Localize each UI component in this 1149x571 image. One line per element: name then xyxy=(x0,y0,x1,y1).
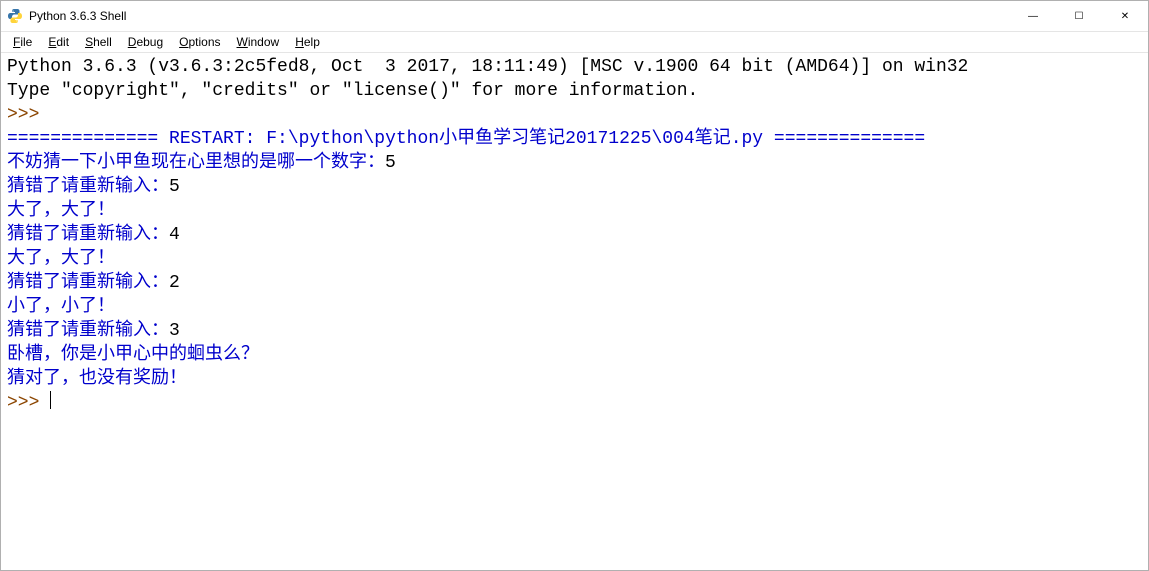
prompt: >>> xyxy=(7,105,50,125)
app-window: Python 3.6.3 Shell — ☐ ✕ File Edit Shell… xyxy=(0,0,1149,571)
menu-help[interactable]: Help xyxy=(287,34,328,50)
menu-shell[interactable]: Shell xyxy=(77,34,120,50)
python-icon xyxy=(7,8,23,24)
maximize-button[interactable]: ☐ xyxy=(1056,1,1102,31)
restart-line: ============== RESTART: F:\python\python… xyxy=(7,129,925,149)
retry-prompt-2: 猜错了请重新输入： xyxy=(7,225,169,245)
menu-file[interactable]: File xyxy=(5,34,40,50)
user-input-2: 5 xyxy=(169,177,180,197)
success-line-2: 猜对了，也没有奖励！ xyxy=(7,369,187,389)
user-input-4: 2 xyxy=(169,273,180,293)
feedback-small: 小了，小了！ xyxy=(7,297,115,317)
menubar: File Edit Shell Debug Options Window Hel… xyxy=(1,32,1148,53)
minimize-button[interactable]: — xyxy=(1010,1,1056,31)
prompt-final: >>> xyxy=(7,393,50,413)
close-button[interactable]: ✕ xyxy=(1102,1,1148,31)
retry-prompt-1: 猜错了请重新输入： xyxy=(7,177,169,197)
menu-edit[interactable]: Edit xyxy=(40,34,77,50)
menu-window[interactable]: Window xyxy=(229,34,288,50)
window-title: Python 3.6.3 Shell xyxy=(29,9,126,23)
retry-prompt-4: 猜错了请重新输入： xyxy=(7,321,169,341)
feedback-big-1: 大了，大了！ xyxy=(7,201,115,221)
menu-options[interactable]: Options xyxy=(171,34,228,50)
feedback-big-2: 大了，大了！ xyxy=(7,249,115,269)
banner-line-2: Type "copyright", "credits" or "license(… xyxy=(7,81,698,101)
window-controls: — ☐ ✕ xyxy=(1010,1,1148,31)
success-line-1: 卧槽，你是小甲心中的蛔虫么？ xyxy=(7,345,259,365)
banner-line-1: Python 3.6.3 (v3.6.3:2c5fed8, Oct 3 2017… xyxy=(7,57,968,77)
program-prompt-1: 不妨猜一下小甲鱼现在心里想的是哪一个数字： xyxy=(7,153,385,173)
menu-debug[interactable]: Debug xyxy=(120,34,171,50)
titlebar-left: Python 3.6.3 Shell xyxy=(7,8,126,24)
cursor xyxy=(50,391,51,409)
user-input-1: 5 xyxy=(385,153,396,173)
user-input-3: 4 xyxy=(169,225,180,245)
titlebar[interactable]: Python 3.6.3 Shell — ☐ ✕ xyxy=(1,1,1148,32)
retry-prompt-3: 猜错了请重新输入： xyxy=(7,273,169,293)
user-input-5: 3 xyxy=(169,321,180,341)
console-output[interactable]: Python 3.6.3 (v3.6.3:2c5fed8, Oct 3 2017… xyxy=(1,53,1148,570)
